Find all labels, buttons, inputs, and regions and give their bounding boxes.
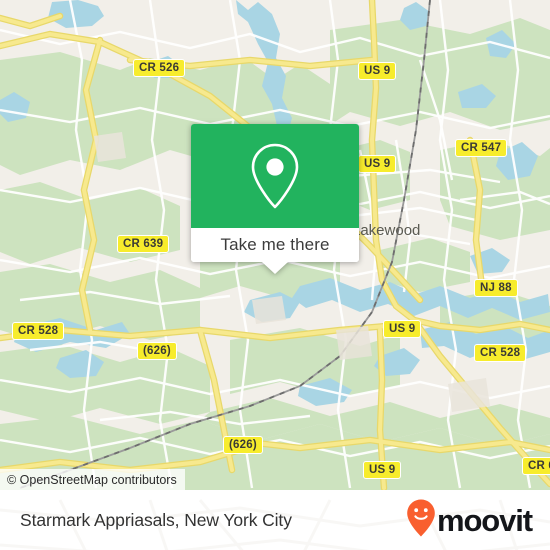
road-shield-cr-526[interactable]: CR 526 — [133, 59, 186, 77]
road-shield-us-9-mid[interactable]: US 9 — [383, 320, 422, 338]
road-shield-cr-626-mid[interactable]: (626) — [137, 342, 177, 360]
attribution-text: © OpenStreetMap contributors — [7, 472, 177, 487]
popup-body: Take me there — [191, 124, 359, 262]
road-shield-cr-547[interactable]: CR 547 — [455, 139, 508, 157]
location-pin-icon — [248, 142, 302, 210]
map-attribution[interactable]: © OpenStreetMap contributors — [0, 469, 185, 490]
road-shield-cr-528-west[interactable]: CR 528 — [12, 322, 65, 340]
road-shield-us-9-lakewood[interactable]: US 9 — [358, 155, 397, 173]
moovit-wordmark: moovit — [436, 502, 533, 538]
map-canvas[interactable]: Lakewood CR 526 US 9 CR 547 US 9 CR 639 … — [0, 0, 550, 490]
footer-bar: Starmark Appriasals, New York City moovi… — [0, 490, 550, 550]
road-shield-us-9-south[interactable]: US 9 — [363, 461, 402, 479]
footer-content: Starmark Appriasals, New York City moovi… — [0, 490, 550, 550]
road-shield-us-9-north[interactable]: US 9 — [358, 62, 397, 80]
place-label-lakewood: Lakewood — [352, 222, 421, 239]
popup-hero — [191, 124, 359, 228]
road-shield-cr-6-edge[interactable]: CR 6 — [522, 457, 550, 475]
moovit-logo[interactable]: moovit — [406, 498, 533, 543]
page-title: Starmark Appriasals, New York City — [20, 509, 292, 530]
popup-arrow — [262, 262, 288, 274]
road-shield-nj-88[interactable]: NJ 88 — [474, 279, 518, 297]
moovit-smiley-pin-icon — [406, 498, 436, 543]
destination-popup[interactable]: Take me there — [191, 124, 359, 274]
moovit-map-screenshot: Lakewood CR 526 US 9 CR 547 US 9 CR 639 … — [0, 0, 550, 550]
popup-action[interactable]: Take me there — [191, 228, 359, 262]
road-shield-cr-528-east[interactable]: CR 528 — [474, 344, 527, 362]
road-shield-cr-639[interactable]: CR 639 — [117, 235, 170, 253]
road-shield-cr-626-south[interactable]: (626) — [223, 436, 263, 454]
popup-action-label: Take me there — [220, 235, 330, 254]
